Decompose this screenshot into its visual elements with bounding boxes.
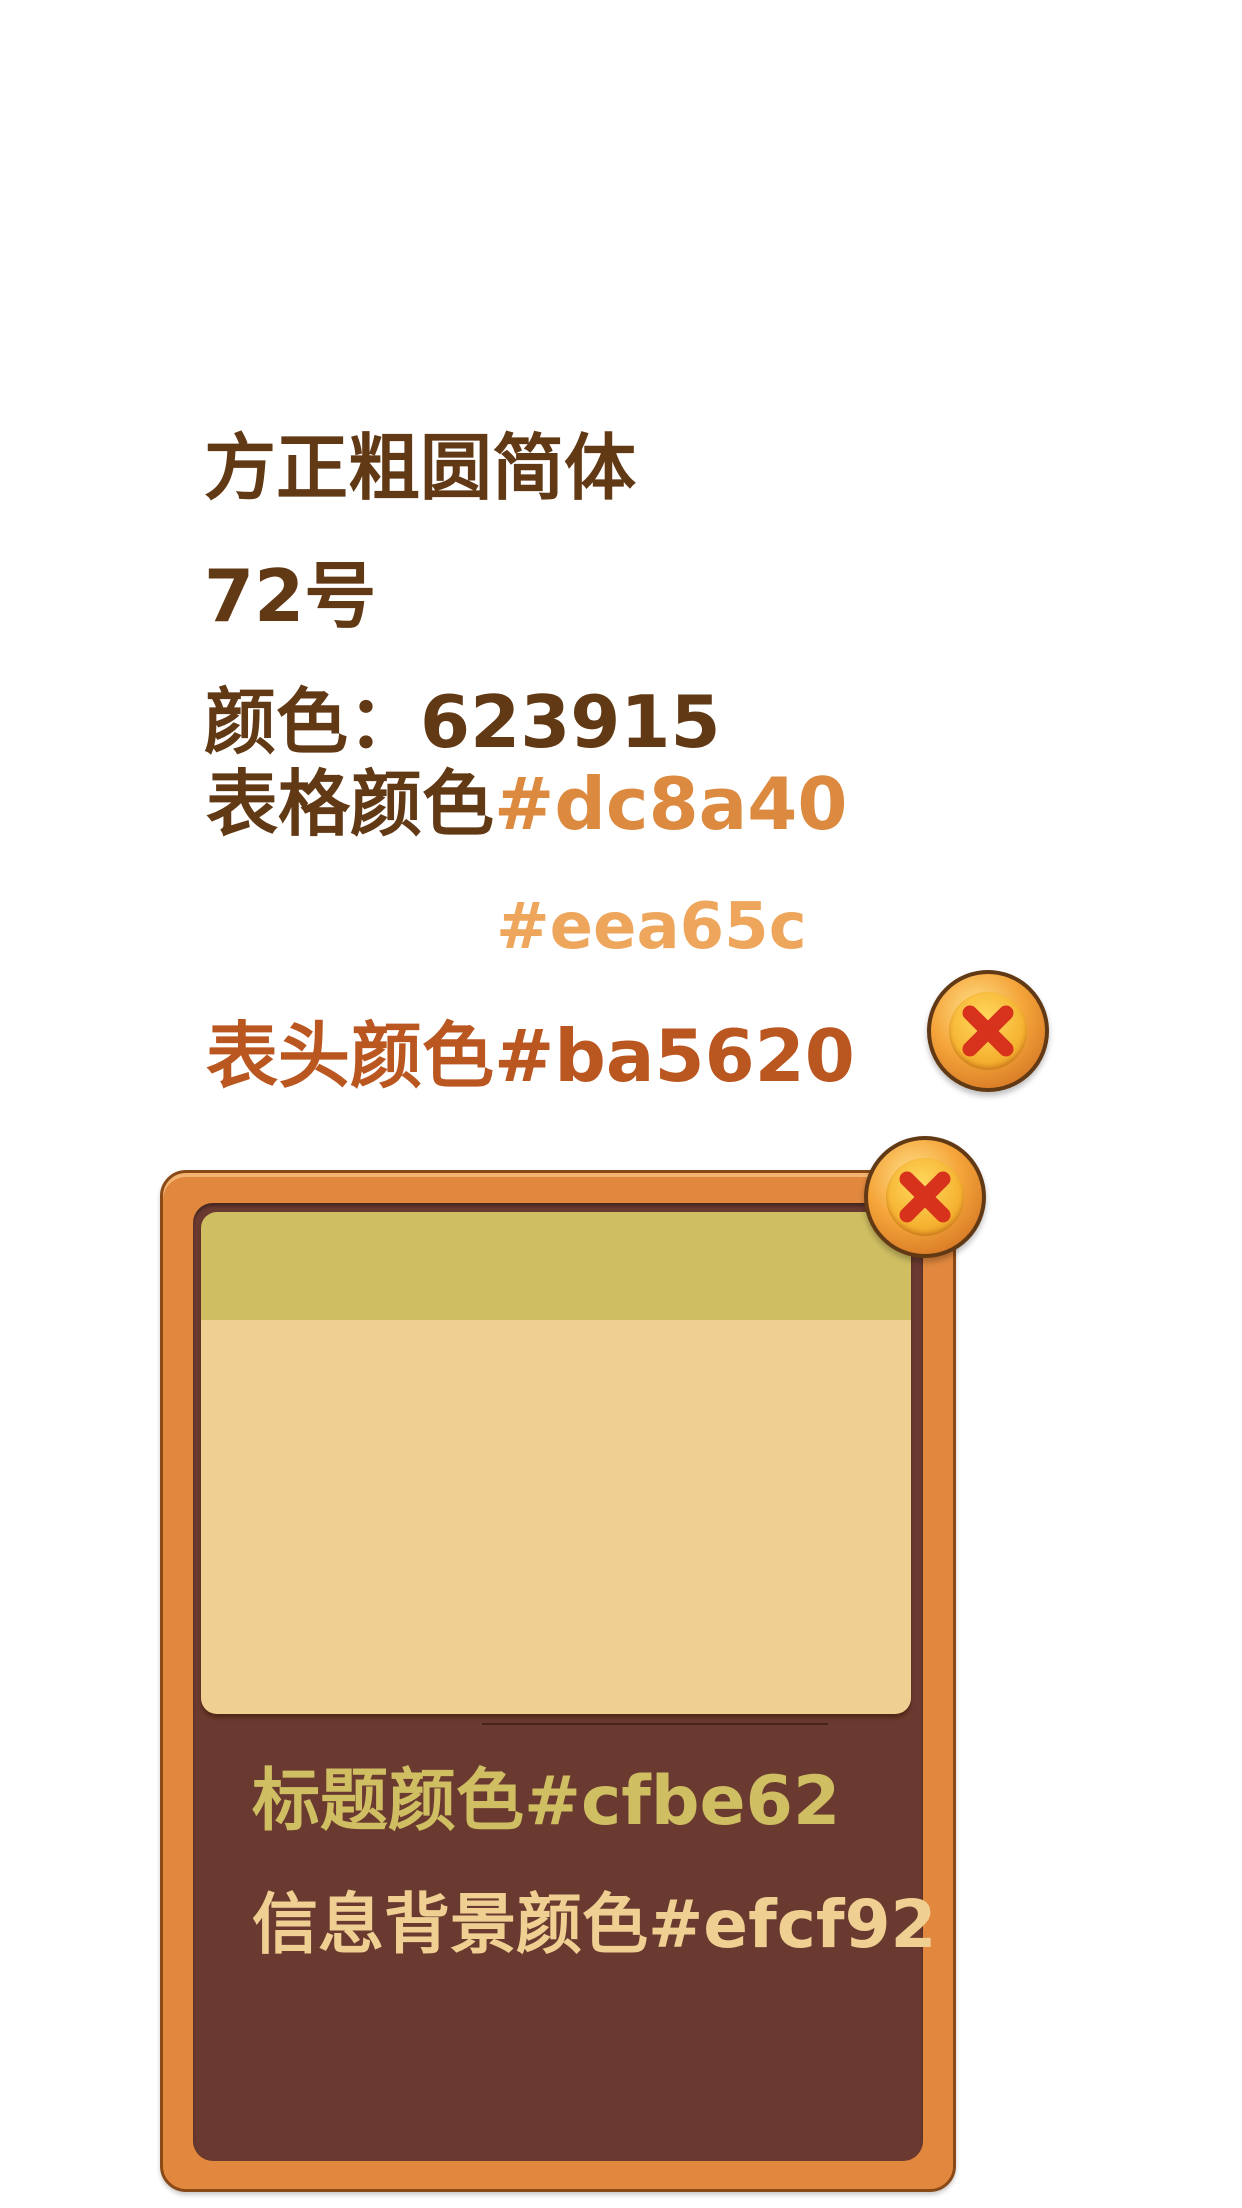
table-color-label: 表格颜色 [206, 762, 495, 846]
header-color-value: #ba5620 [494, 1014, 855, 1098]
info-title-bar [201, 1212, 911, 1320]
info-body [201, 1320, 911, 1714]
header-color-label: 表头颜色 [206, 1014, 495, 1098]
close-button-sample[interactable] [927, 970, 1049, 1092]
divider [482, 1723, 828, 1725]
table-color-1-value: #dc8a40 [494, 762, 848, 846]
panel-close-button[interactable] [864, 1136, 986, 1258]
close-x-icon [899, 1171, 951, 1223]
text-color-label: 颜色：623915 [204, 680, 721, 764]
title-color-label: 标题颜色#cfbe62 [252, 1762, 841, 1841]
font-size-label: 72号 [204, 554, 377, 638]
info-bg-color-label: 信息背景颜色#efcf92 [252, 1886, 937, 1963]
table-color-2-value: #eea65c [496, 890, 807, 964]
info-box [201, 1212, 911, 1714]
table-color-row: 表格颜色#dc8a40 [206, 768, 847, 840]
font-name-label: 方正粗圆简体 [204, 426, 637, 510]
header-color-row: 表头颜色#ba5620 [206, 1020, 855, 1092]
close-x-icon [962, 1005, 1014, 1057]
